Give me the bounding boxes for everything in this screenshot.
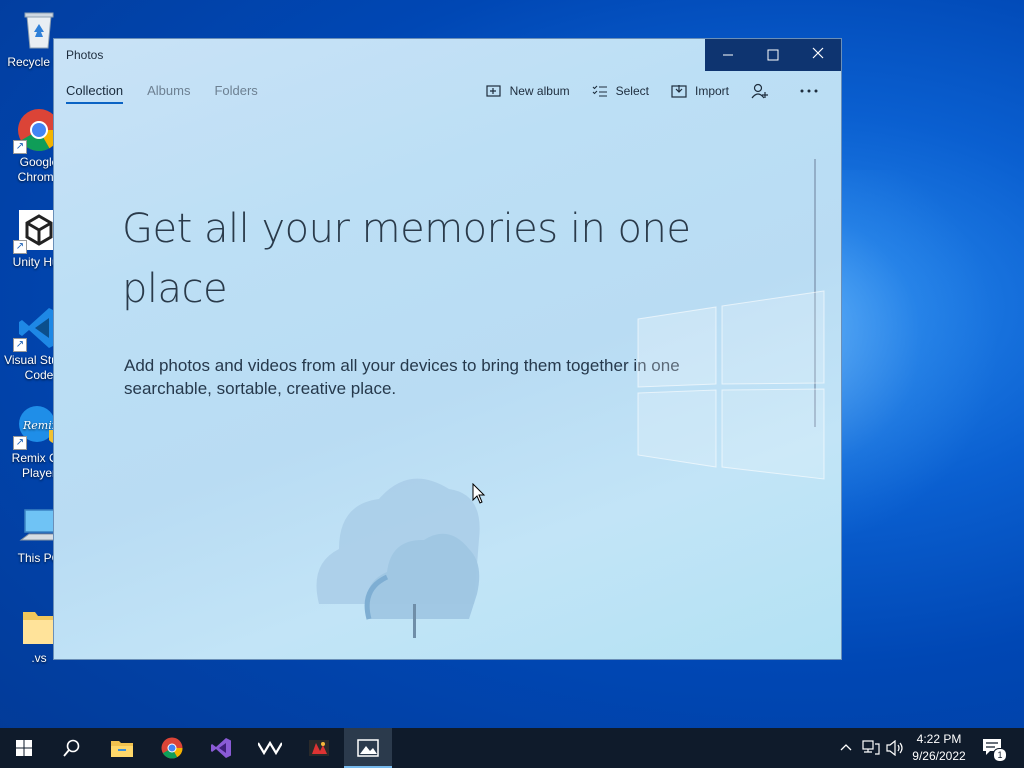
tab-albums[interactable]: Albums [147,83,190,104]
taskbar-chrome[interactable] [148,728,196,768]
nav-tabs: Collection Albums Folders [66,83,282,104]
taskbar: 4:22 PM 9/26/2022 1 [0,728,1024,768]
file-explorer-icon [111,741,133,757]
window-title: Photos [66,48,104,62]
cloud-illustration [316,478,480,638]
search-icon [63,739,80,757]
shortcut-arrow-icon: ↗ [13,338,27,352]
clock-time: 4:22 PM [916,732,962,746]
photos-icon [357,739,379,757]
shortcut-arrow-icon: ↗ [13,240,27,254]
shortcut-arrow-icon: ↗ [13,140,27,154]
toolbar: New album Select Import [464,81,827,101]
page-heading: Get all your memories in one place [122,206,691,312]
tab-collection[interactable]: Collection [66,83,124,104]
taskbar-clock[interactable]: 4:22 PM 9/26/2022 [905,731,973,765]
chrome-icon [161,737,183,759]
visual-studio-icon [211,738,231,758]
new-album-icon [485,85,501,97]
import-label: Import [694,84,729,98]
maximize-button[interactable] [750,39,795,71]
network-icon[interactable] [862,740,880,756]
select-label: Select [615,84,649,98]
caption-buttons [705,39,841,71]
close-icon [812,47,824,63]
taskbar-photos[interactable] [344,728,392,768]
clock-date: 9/26/2022 [912,749,966,763]
minimize-icon [722,54,733,56]
unity-icon [258,741,282,755]
import-icon [671,85,687,98]
notification-badge: 1 [993,748,1007,762]
windows-logo-graphic [637,290,825,480]
game-icon [309,740,329,756]
taskbar-search-button[interactable] [48,728,96,768]
select-icon [592,85,607,97]
taskbar-unity[interactable] [246,728,294,768]
volume-icon[interactable] [886,740,904,756]
person-add-icon [751,83,768,99]
taskbar-visual-studio[interactable] [197,728,245,768]
start-button[interactable] [0,728,48,768]
new-album-button[interactable]: New album [485,81,570,101]
show-hidden-icons-icon[interactable] [840,742,852,752]
more-options-button[interactable] [799,81,827,101]
new-album-label: New album [509,84,570,98]
title-bar[interactable]: Photos [54,39,841,71]
maximize-icon [767,49,778,61]
taskbar-game-app[interactable] [295,728,343,768]
tab-folders[interactable]: Folders [214,83,257,104]
close-button[interactable] [795,39,840,71]
add-person-button[interactable] [751,81,777,101]
mouse-cursor-icon [472,483,486,504]
action-center-button[interactable]: 1 [978,736,1007,762]
more-icon [800,89,818,93]
select-button[interactable]: Select [592,81,649,101]
photos-window: Photos Collection Albums Folders New alb… [53,38,842,660]
start-icon [16,740,32,756]
import-button[interactable]: Import [671,81,729,101]
minimize-button[interactable] [705,39,750,71]
taskbar-file-explorer[interactable] [98,728,146,768]
shortcut-arrow-icon: ↗ [13,436,27,450]
